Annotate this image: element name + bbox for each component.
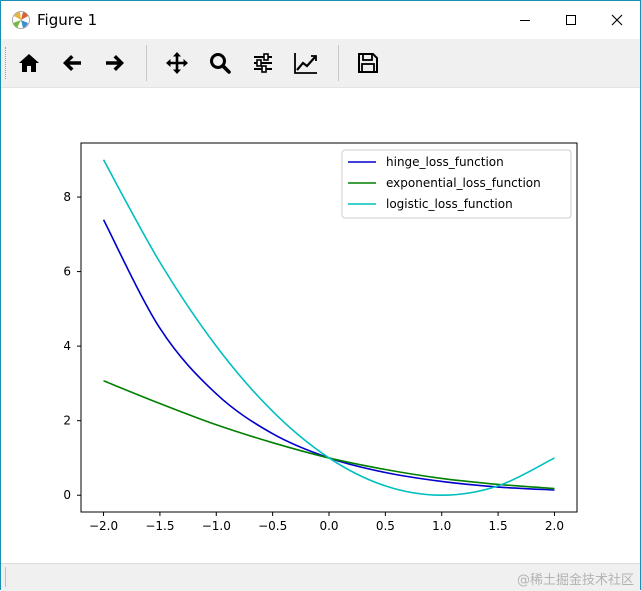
figure-window: Figure 1 −2.0 −1.5 −1.0 −0.5 0.0 0.5 1.0… xyxy=(0,0,641,591)
arrow-right-icon xyxy=(106,55,124,71)
title-bar: Figure 1 xyxy=(1,1,640,39)
minimize-button[interactable] xyxy=(502,1,548,39)
back-button[interactable] xyxy=(55,46,89,80)
arrow-left-icon xyxy=(63,55,81,71)
home-icon xyxy=(19,54,39,72)
home-button[interactable] xyxy=(12,46,46,80)
configure-subplots-button[interactable] xyxy=(246,46,280,80)
move-icon xyxy=(166,52,188,74)
x-tick-label: −1.5 xyxy=(145,519,174,533)
line-chart-icon xyxy=(294,53,317,74)
y-tick-label: 4 xyxy=(63,339,71,353)
toolbar-separator xyxy=(338,45,339,81)
close-button[interactable] xyxy=(594,1,640,39)
zoom-button[interactable] xyxy=(203,46,237,80)
save-button[interactable] xyxy=(351,46,385,80)
y-tick-label: 0 xyxy=(63,488,71,502)
close-icon xyxy=(611,14,623,26)
window-title: Figure 1 xyxy=(37,11,98,29)
y-axis: 0 2 4 6 8 xyxy=(63,190,81,502)
y-tick-label: 6 xyxy=(63,265,71,279)
x-tick-label: −2.0 xyxy=(89,519,118,533)
x-tick-label: 1.0 xyxy=(432,519,451,533)
legend-label: exponential_loss_function xyxy=(386,176,541,190)
sliders-icon xyxy=(254,53,272,73)
y-tick-label: 2 xyxy=(63,414,71,428)
pan-button[interactable] xyxy=(160,46,194,80)
x-tick-label: 2.0 xyxy=(545,519,564,533)
y-tick-label: 8 xyxy=(63,190,71,204)
watermark: @稀土掘金技术社区 xyxy=(516,573,634,588)
minimize-icon xyxy=(520,20,530,21)
legend: hinge_loss_function exponential_loss_func… xyxy=(341,149,572,219)
magnifier-icon xyxy=(210,53,231,74)
plot-svg: −2.0 −1.5 −1.0 −0.5 0.0 0.5 1.0 1.5 2.0 0 2 4 6 8 hi… xyxy=(63,142,578,533)
toolbar-grip[interactable] xyxy=(5,47,9,79)
window-controls xyxy=(502,1,640,39)
status-bar: @稀土掘金技术社区 xyxy=(1,563,640,591)
legend-label: logistic_loss_function xyxy=(386,197,513,211)
edit-axis-button[interactable] xyxy=(289,46,323,80)
x-tick-label: 1.5 xyxy=(489,519,508,533)
forward-button[interactable] xyxy=(98,46,132,80)
x-tick-label: −1.0 xyxy=(202,519,231,533)
legend-label: hinge_loss_function xyxy=(386,155,504,169)
floppy-disk-icon xyxy=(358,53,378,73)
x-axis: −2.0 −1.5 −1.0 −0.5 0.0 0.5 1.0 1.5 2.0 xyxy=(89,512,564,533)
maximize-icon xyxy=(566,15,576,25)
x-tick-label: −0.5 xyxy=(258,519,287,533)
x-tick-label: 0.5 xyxy=(376,519,395,533)
toolbar-separator xyxy=(146,45,147,81)
matplotlib-app-icon xyxy=(11,10,31,30)
navigation-toolbar xyxy=(1,39,640,88)
figure-canvas[interactable]: −2.0 −1.5 −1.0 −0.5 0.0 0.5 1.0 1.5 2.0 0 2 4 6 8 hi… xyxy=(1,88,640,563)
maximize-button[interactable] xyxy=(548,1,594,39)
x-tick-label: 0.0 xyxy=(319,519,338,533)
statusbar-grip xyxy=(5,567,8,587)
